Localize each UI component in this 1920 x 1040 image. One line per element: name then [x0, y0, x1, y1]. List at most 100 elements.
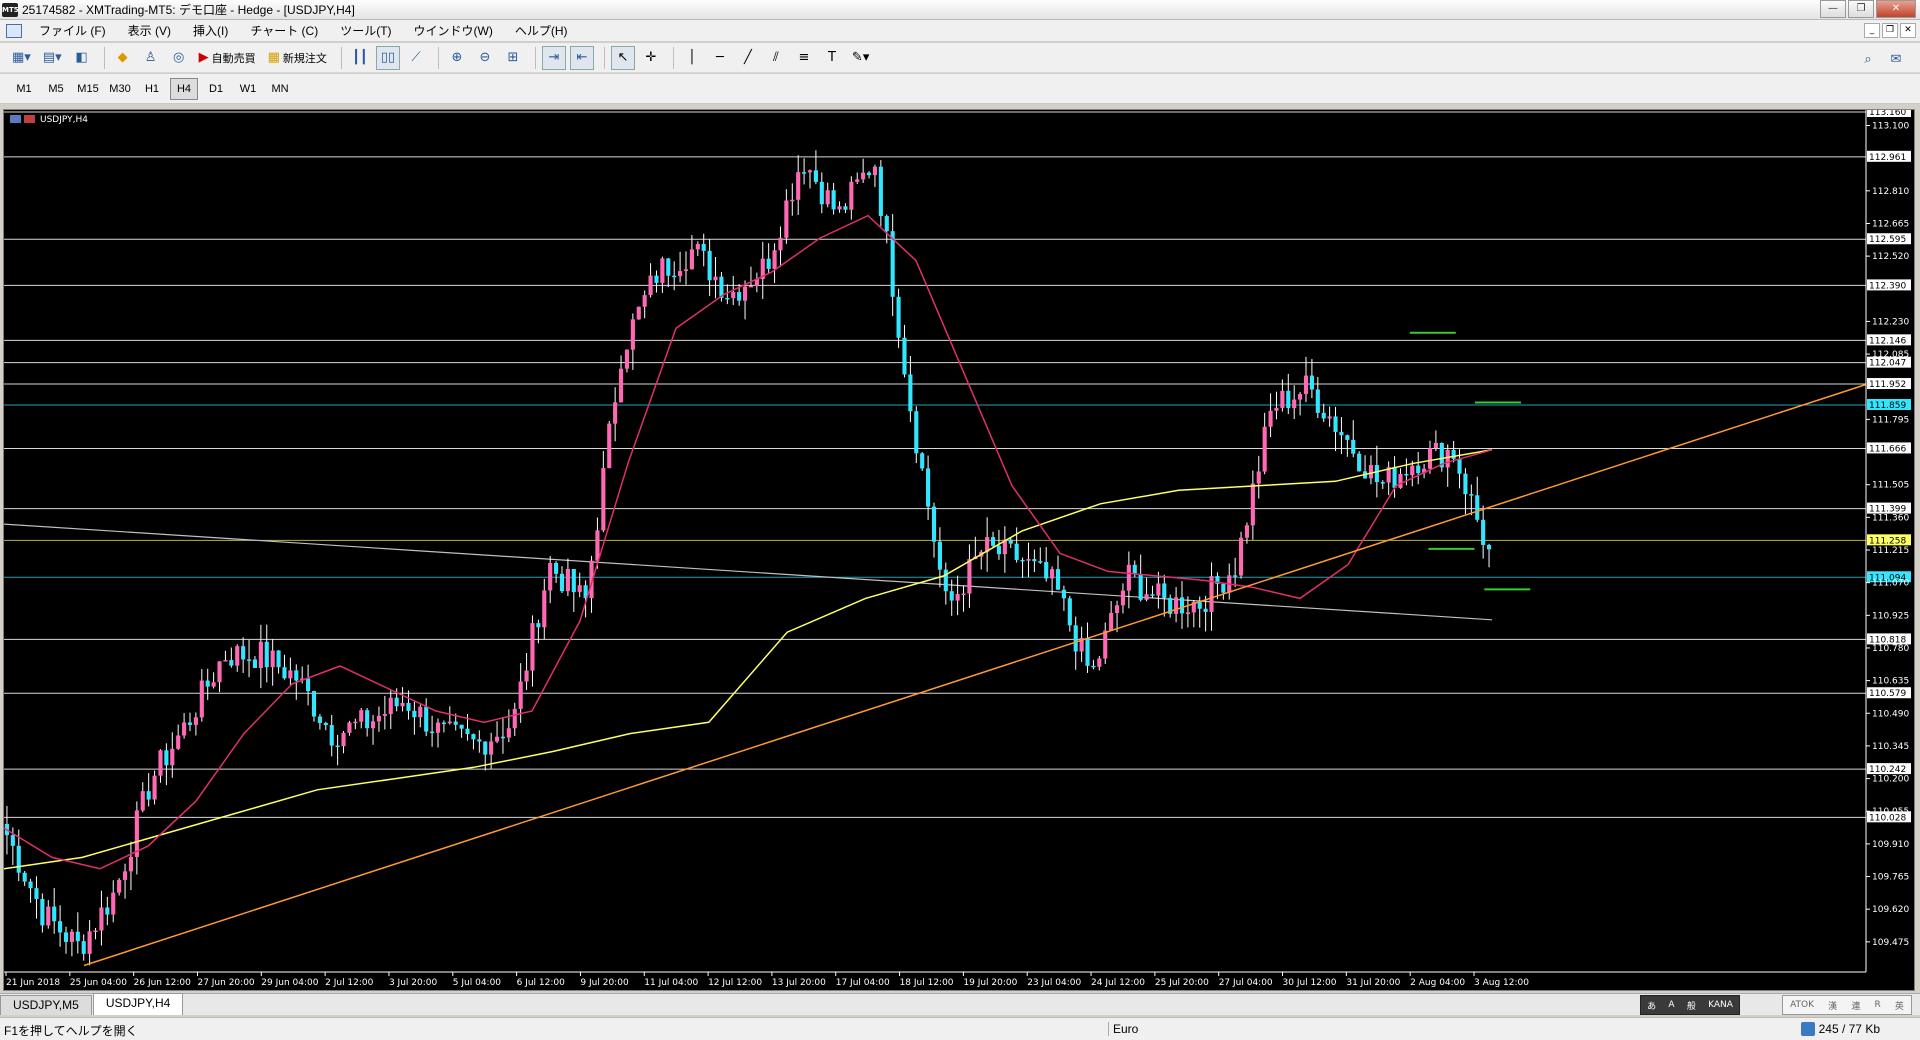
- bull-candle: [1250, 483, 1255, 526]
- ime-item[interactable]: KANA: [1708, 1000, 1733, 1010]
- bull-candle: [790, 199, 795, 202]
- bull-candle: [961, 593, 966, 596]
- vertical-line-button[interactable]: │: [680, 46, 704, 70]
- ime-toolbar[interactable]: あ A 般 KANA: [1640, 995, 1740, 1015]
- period-m1[interactable]: M1: [10, 78, 38, 100]
- period-m5[interactable]: M5: [42, 78, 70, 100]
- menu-help[interactable]: ヘルプ(H): [504, 20, 579, 42]
- bear-candle: [52, 906, 57, 922]
- toolbar-separator: [340, 46, 342, 69]
- ime-toolbar-2[interactable]: ATOK 漢 連 R 英: [1782, 995, 1912, 1015]
- child-close-button[interactable]: ✕: [1900, 23, 1916, 38]
- bull-candle: [506, 728, 511, 738]
- period-mn[interactable]: MN: [266, 78, 294, 100]
- period-h1[interactable]: H1: [138, 78, 166, 100]
- fibonacci-button[interactable]: ≡: [792, 46, 816, 70]
- bull-candle: [128, 856, 134, 872]
- child-restore-button[interactable]: ❐: [1882, 23, 1898, 38]
- price-tick-label: 113.160: [1869, 110, 1906, 118]
- price-tick-label: 112.146: [1869, 336, 1906, 346]
- auto-trading-label: 自動売買: [211, 52, 256, 65]
- close-button[interactable]: ✕: [1876, 0, 1916, 18]
- period-m30[interactable]: M30: [106, 78, 134, 100]
- ime-item[interactable]: ATOK: [1790, 1000, 1814, 1010]
- horizontal-line-button[interactable]: ─: [708, 46, 732, 70]
- profiles-button[interactable]: ▤▾: [39, 46, 66, 70]
- slow-moving-average: [4, 449, 1493, 870]
- menu-window[interactable]: ウインドウ(W): [403, 20, 504, 42]
- tab-usdjpy-m5[interactable]: USDJPY,M5: [0, 995, 92, 1015]
- menu-file[interactable]: ファイル (F): [28, 20, 117, 42]
- menu-insert[interactable]: 挿入(I): [182, 20, 239, 42]
- candlestick-button[interactable]: ▯▯: [375, 45, 400, 70]
- search-button[interactable]: ⌕: [1856, 47, 1880, 71]
- bull-candle: [849, 181, 854, 210]
- ime-item[interactable]: R: [1874, 1000, 1880, 1010]
- minimize-button[interactable]: —: [1820, 0, 1846, 18]
- chart-window[interactable]: 113.160 113.100 112.961 112.810 112.665 112.5…: [3, 109, 1915, 991]
- period-toolbar: M1 M5 M15 M30 H1 H4 D1 W1 MN: [0, 74, 1920, 104]
- bear-candle: [75, 931, 80, 942]
- child-minimize-button[interactable]: _: [1864, 23, 1880, 38]
- shapes-button[interactable]: ✎▾: [848, 46, 873, 70]
- bull-candle: [1144, 594, 1149, 600]
- autoscroll-button[interactable]: ⇥: [541, 45, 566, 70]
- bar-chart-button[interactable]: ┃┃: [348, 46, 372, 70]
- period-h4[interactable]: H4: [170, 77, 198, 100]
- trendline-button[interactable]: ╱: [736, 46, 760, 70]
- navigator-button[interactable]: ♙: [139, 46, 163, 70]
- bear-candle: [707, 250, 712, 281]
- period-w1[interactable]: W1: [234, 78, 262, 100]
- crosshair-button[interactable]: ✛: [639, 46, 663, 70]
- search-icon: ⌕: [1864, 51, 1872, 67]
- menu-view[interactable]: 表示 (V): [117, 20, 182, 42]
- new-chart-button[interactable]: ▦▾: [8, 46, 35, 70]
- bear-candle: [1345, 435, 1350, 440]
- menu-tools[interactable]: ツール(T): [329, 20, 402, 42]
- ime-item[interactable]: 英: [1895, 999, 1904, 1012]
- bear-candle: [40, 899, 45, 926]
- period-m15[interactable]: M15: [74, 78, 102, 100]
- new-order-button[interactable]: ▦ 新規注文: [264, 46, 331, 70]
- bull-candle: [636, 306, 641, 320]
- auto-trading-button[interactable]: ▶ 自動売買: [195, 46, 260, 70]
- text-button[interactable]: T: [820, 46, 844, 70]
- symbol-flag-icon: [10, 115, 21, 123]
- period-d1[interactable]: D1: [202, 78, 230, 100]
- ime-item[interactable]: A: [1668, 1000, 1674, 1010]
- price-chart[interactable]: 113.160 113.100 112.961 112.810 112.665 112.5…: [4, 110, 1914, 990]
- equidistant-channel-button[interactable]: ⫽: [764, 46, 788, 70]
- bear-candle: [412, 710, 417, 718]
- market-watch-button[interactable]: ◧: [70, 46, 94, 70]
- price-tick-label: 111.666: [1869, 444, 1906, 454]
- chart-shift-button[interactable]: ⇤: [569, 45, 594, 70]
- bear-candle: [920, 453, 925, 469]
- status-profile[interactable]: Euro: [1108, 1022, 1138, 1036]
- metaeditor-icon: ◆: [117, 50, 128, 65]
- tile-windows-button[interactable]: ⊞: [501, 46, 525, 70]
- ime-item[interactable]: 連: [1851, 999, 1860, 1012]
- zoom-out-button[interactable]: ⊖: [473, 46, 497, 70]
- bear-candle: [896, 296, 901, 338]
- bear-candle: [672, 275, 677, 278]
- ime-item[interactable]: 漢: [1828, 999, 1837, 1012]
- bear-candle: [766, 258, 771, 269]
- chat-button[interactable]: ✉: [1884, 47, 1908, 71]
- cursor-button[interactable]: ↖: [610, 45, 635, 70]
- ime-item[interactable]: あ: [1647, 999, 1656, 1012]
- bear-candle: [500, 736, 506, 739]
- cursor-icon: ↖: [617, 50, 629, 65]
- metaeditor-button[interactable]: ◆: [111, 46, 135, 70]
- zoom-in-button[interactable]: ⊕: [445, 46, 469, 70]
- bear-candle: [453, 721, 458, 725]
- bull-candle: [1050, 569, 1055, 579]
- menu-chart[interactable]: チャート (C): [239, 20, 329, 42]
- ime-item[interactable]: 般: [1687, 999, 1696, 1012]
- maximize-button[interactable]: ❐: [1848, 0, 1874, 18]
- line-chart-button[interactable]: ⟋: [404, 46, 428, 70]
- tab-usdjpy-h4[interactable]: USDJPY,H4: [92, 993, 184, 1015]
- bear-candle: [1132, 564, 1137, 575]
- chart-window-icon[interactable]: [6, 23, 22, 38]
- signals-button[interactable]: ◎: [167, 46, 191, 70]
- bear-candle: [323, 722, 328, 726]
